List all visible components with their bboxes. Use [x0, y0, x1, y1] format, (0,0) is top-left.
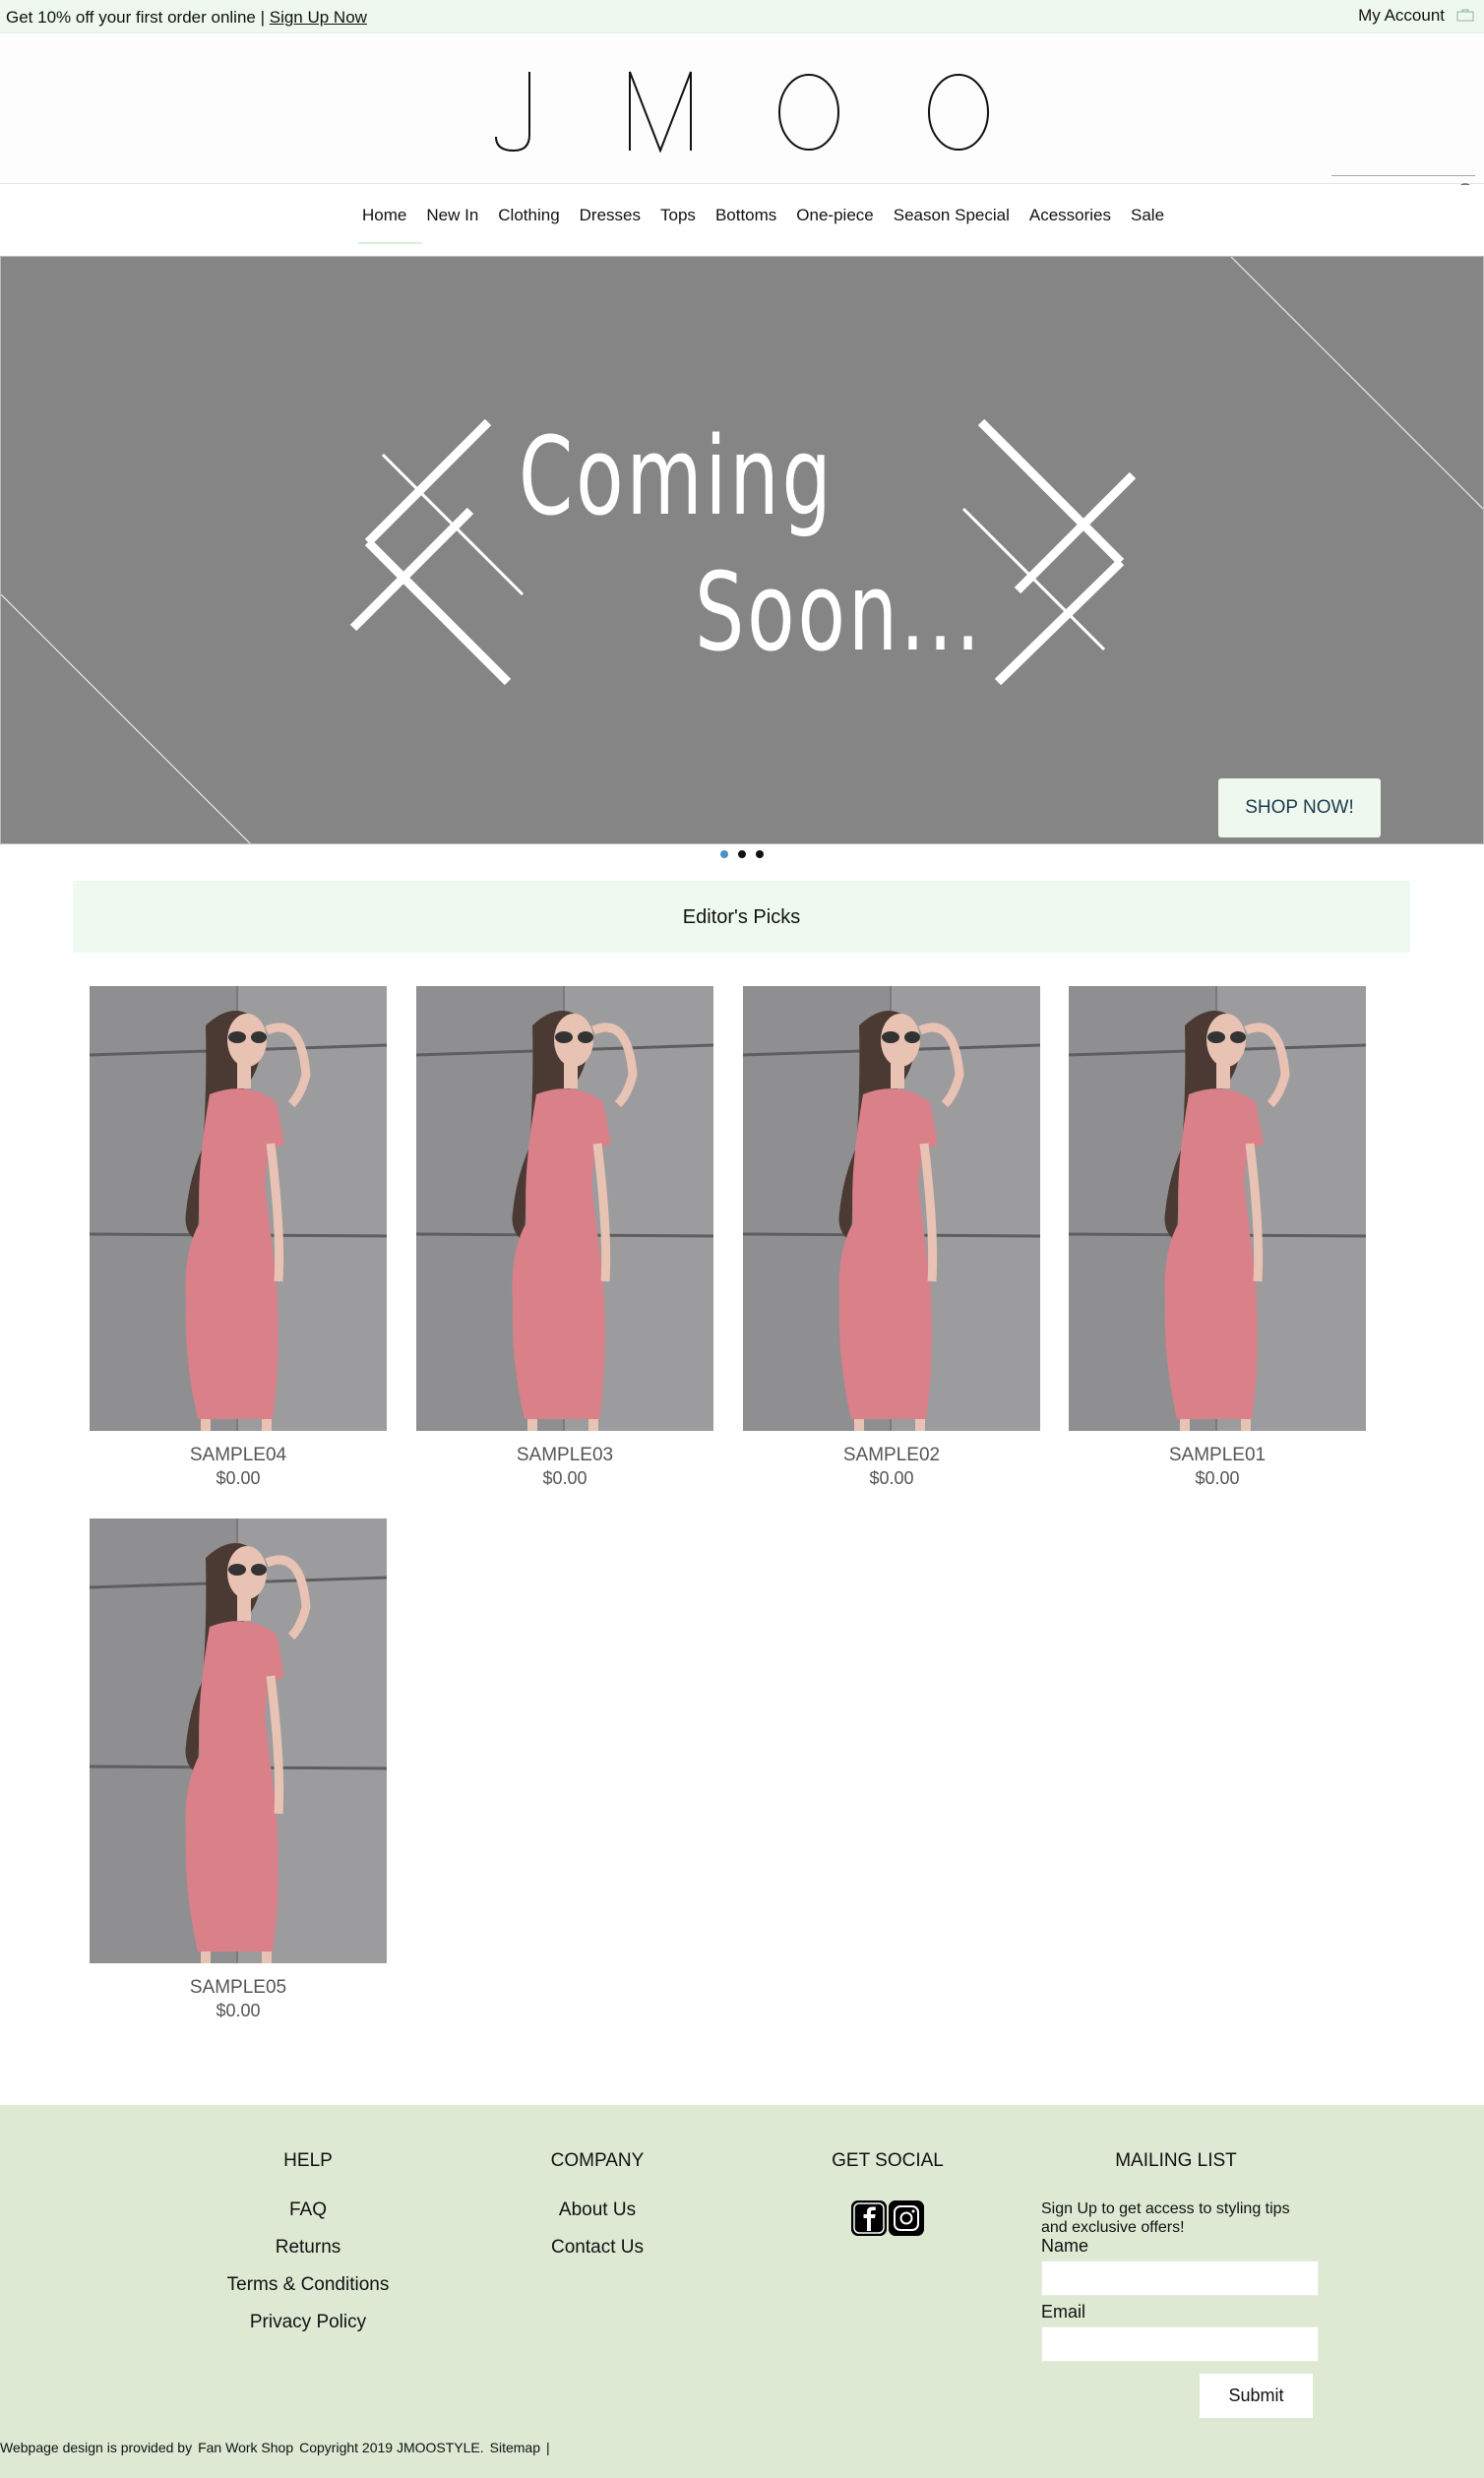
product-name[interactable]: SAMPLE02	[743, 1445, 1040, 1466]
hero-title-line1: Coming	[519, 413, 835, 539]
product-photo	[416, 986, 713, 1431]
email-label: Email	[1041, 2302, 1086, 2322]
sign-up-link[interactable]: Sign Up Now	[270, 8, 367, 27]
promo-bar: Get 10% off your first order online | Si…	[0, 0, 1484, 33]
product-name[interactable]: SAMPLE04	[90, 1445, 387, 1466]
email-field[interactable]	[1041, 2326, 1319, 2362]
product-image[interactable]	[416, 986, 713, 1431]
product-image[interactable]	[743, 986, 1040, 1431]
promo-message: Get 10% off your first order online |	[6, 8, 270, 27]
product-photo	[743, 986, 1040, 1431]
main-nav: Home New In Clothing Dresses Tops Bottoms One-…	[0, 185, 1484, 256]
product-price: $0.00	[1195, 1468, 1240, 1488]
nav-item-season-special[interactable]: Season Special	[884, 205, 1020, 226]
fan-work-shop-link[interactable]: Fan Work Shop	[198, 2440, 293, 2455]
product-price: $0.00	[869, 1468, 914, 1488]
product-image[interactable]	[90, 1518, 387, 1963]
nav-item-new-in[interactable]: New In	[416, 205, 488, 226]
product-name[interactable]: SAMPLE03	[416, 1445, 713, 1466]
product-price: $0.00	[216, 1468, 261, 1488]
product-photo	[90, 1518, 387, 1963]
credits-separator: |	[546, 2440, 550, 2455]
nav-item-one-piece[interactable]: One-piece	[786, 205, 883, 226]
footer-link-terms[interactable]: Terms & Conditions	[210, 2274, 406, 2296]
help-heading: HELP	[283, 2150, 333, 2171]
nav-list: Home New In Clothing Dresses Tops Bottoms One-…	[352, 205, 1174, 244]
product-image[interactable]	[1069, 986, 1366, 1431]
nav-item-bottoms[interactable]: Bottoms	[706, 205, 786, 226]
nav-item-tops[interactable]: Tops	[650, 205, 706, 226]
credits-text: Webpage design is provided by	[0, 2440, 193, 2455]
product-photo	[90, 986, 387, 1431]
slider-dot-1[interactable]	[720, 850, 728, 858]
footer-link-faq[interactable]: FAQ	[210, 2199, 406, 2221]
promo-text: Get 10% off your first order online | Si…	[6, 8, 367, 28]
product-photo	[1069, 986, 1366, 1431]
footer-link-returns[interactable]: Returns	[210, 2237, 406, 2259]
product-card[interactable]: SAMPLE04 $0.00	[90, 986, 387, 1489]
product-image[interactable]	[90, 986, 387, 1431]
shop-now-button[interactable]: SHOP NOW!	[1218, 778, 1381, 837]
product-card[interactable]: SAMPLE02 $0.00	[743, 986, 1040, 1489]
slider-dot-2[interactable]	[738, 850, 746, 858]
product-card[interactable]: SAMPLE01 $0.00	[1069, 986, 1366, 1489]
editors-picks-title: Editor's Picks	[682, 906, 801, 928]
footer-link-privacy[interactable]: Privacy Policy	[210, 2312, 406, 2333]
site-header	[0, 34, 1484, 203]
hero-title-line2: Soon...	[695, 549, 984, 675]
name-label: Name	[1041, 2236, 1089, 2256]
footer-link-about[interactable]: About Us	[499, 2199, 696, 2221]
name-field[interactable]	[1041, 2261, 1319, 2296]
product-price: $0.00	[542, 1468, 587, 1488]
product-name[interactable]: SAMPLE01	[1069, 1445, 1366, 1466]
sitemap-link[interactable]: Sitemap	[490, 2440, 540, 2455]
site-footer: HELP FAQ Returns Terms & Conditions Priv…	[0, 2105, 1484, 2478]
hero-banner: Coming Soon... SHOP NOW!	[0, 256, 1484, 844]
nav-item-sale[interactable]: Sale	[1121, 205, 1174, 226]
nav-item-clothing[interactable]: Clothing	[488, 205, 569, 226]
my-account-link[interactable]: My Account	[1358, 6, 1445, 26]
slider-dots	[720, 850, 764, 858]
company-heading: COMPANY	[550, 2150, 645, 2171]
product-price: $0.00	[216, 2001, 261, 2020]
slider-dot-3[interactable]	[756, 850, 764, 858]
search-input[interactable]	[1331, 151, 1450, 174]
nav-item-dresses[interactable]: Dresses	[570, 205, 650, 226]
nav-item-acessories[interactable]: Acessories	[1020, 205, 1121, 226]
search-underline	[1331, 175, 1475, 176]
product-name[interactable]: SAMPLE05	[90, 1977, 387, 1999]
facebook-icon[interactable]	[851, 2200, 887, 2236]
copyright-text: Copyright 2019 JMOOSTYLE.	[299, 2440, 484, 2455]
mailing-list-description: Sign Up to get access to styling tips an…	[1041, 2200, 1290, 2236]
nav-item-home[interactable]: Home	[352, 205, 423, 244]
instagram-icon[interactable]	[889, 2200, 924, 2236]
footer-link-contact[interactable]: Contact Us	[499, 2237, 696, 2259]
product-card[interactable]: SAMPLE03 $0.00	[416, 986, 713, 1489]
footer-credits: Webpage design is provided by Fan Work S…	[0, 2440, 550, 2455]
get-social-heading: GET SOCIAL	[832, 2150, 944, 2171]
mailing-list-heading: MAILING LIST	[1115, 2150, 1237, 2171]
jmoo-logo[interactable]	[482, 64, 1004, 153]
submit-button[interactable]: Submit	[1200, 2374, 1313, 2418]
product-card[interactable]: SAMPLE05 $0.00	[90, 1518, 387, 2021]
editors-picks-banner: Editor's Picks	[73, 881, 1410, 953]
shopping-bag-icon[interactable]	[1456, 8, 1474, 22]
